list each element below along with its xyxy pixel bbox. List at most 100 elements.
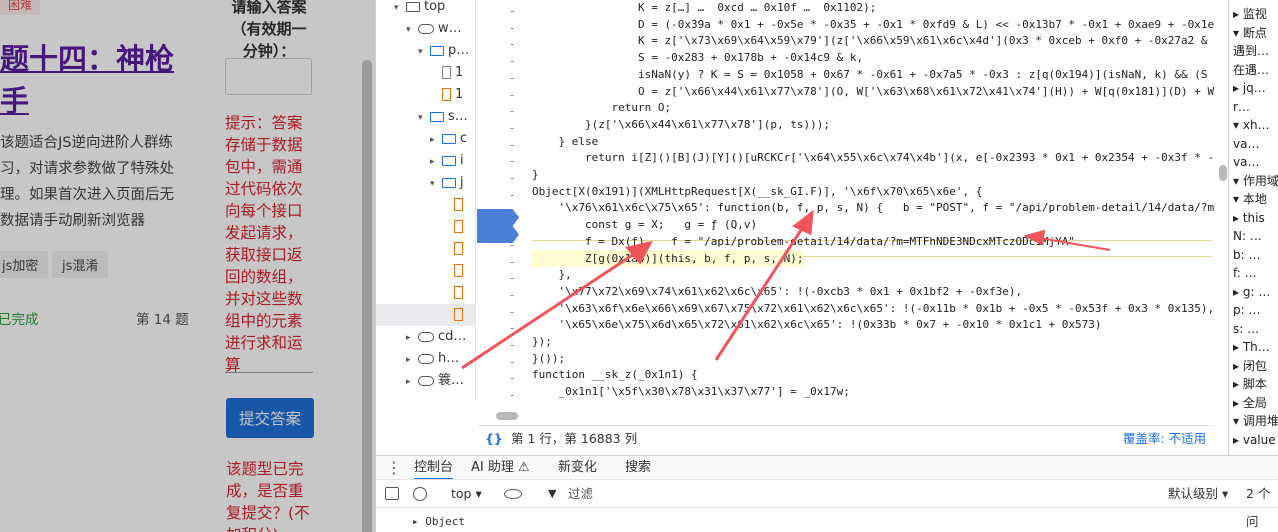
expand-arrow-icon[interactable]: ▾	[418, 107, 430, 129]
debugger-sidebar-item[interactable]: N: …	[1233, 226, 1262, 246]
code-line[interactable]: }	[532, 166, 539, 183]
file-tree-item[interactable]: 1	[376, 84, 475, 106]
file-tree-item[interactable]	[376, 238, 475, 260]
code-line[interactable]: '\x63\x6f\x6e\x66\x69\x67\x75\x72\x61\x6…	[532, 300, 1214, 317]
code-line[interactable]: });	[532, 333, 552, 350]
tab-ai-assistant[interactable]: AI 助理 ⚠	[471, 456, 530, 480]
eye-icon[interactable]	[504, 489, 522, 499]
debugger-sidebar-item[interactable]: ▾ 本地	[1233, 189, 1267, 209]
tag-js-obfuscate[interactable]: js混淆	[52, 251, 109, 278]
code-line[interactable]: function __sk_z(_0x1n1) {	[532, 366, 698, 383]
file-tree-item[interactable]	[376, 282, 475, 304]
tab-search[interactable]: 搜索	[625, 456, 651, 480]
file-tree-item[interactable]: ▸ 簑…	[376, 370, 475, 393]
code-line[interactable]: } else	[532, 133, 598, 150]
sidebar-toggle-icon[interactable]	[385, 487, 399, 500]
file-tree-item[interactable]: ▾ j	[376, 172, 475, 195]
page-scrollbar[interactable]	[362, 60, 372, 532]
tab-console[interactable]: 控制台	[414, 456, 454, 480]
debugger-sidebar-item[interactable]: ▾ 调用堆	[1233, 411, 1278, 431]
file-tree-item[interactable]: ▸ i	[376, 150, 475, 173]
code-line[interactable]: return i[Z]()[B](J)[Y]()[uRCKCr['\x64\x5…	[532, 149, 1214, 166]
code-editor[interactable]: K = z[…] … 0xcd … 0x10f … 0x1102); D = (…	[532, 0, 1214, 402]
more-menu-icon[interactable]: ⋮	[386, 456, 402, 480]
problem-title-line1[interactable]: 题十四：神枪	[0, 36, 174, 78]
code-line[interactable]: let _0x6PI = [1]['${700693574..toString(…	[532, 400, 883, 403]
code-line[interactable]: S = -0x283 + 0x178b + -0x14c9 & k,	[532, 49, 863, 66]
debugger-sidebar-item[interactable]: ▸ 脚本	[1233, 374, 1267, 394]
problem-title-line2[interactable]: 手	[0, 78, 29, 120]
file-tree-item[interactable]: ▸ cd…	[376, 326, 475, 349]
debugger-sidebar-item[interactable]: ▸ value	[1233, 430, 1276, 450]
code-line[interactable]: },	[532, 266, 571, 283]
code-line[interactable]: K = z['\x73\x69\x64\x59\x79'](z['\x66\x5…	[532, 32, 1214, 49]
file-tree-item[interactable]: 1	[376, 62, 475, 84]
tag-js-encrypt[interactable]: js加密	[0, 251, 49, 278]
debugger-sidebar-item[interactable]: ▸ 全局	[1233, 393, 1267, 413]
code-line[interactable]: return O;	[532, 99, 671, 116]
console-entry[interactable]: ▸ Object	[412, 508, 465, 532]
code-line[interactable]: _0x1n1['\x5f\x30\x78\x31\x37\x77'] = _0x…	[532, 383, 849, 400]
file-tree-item[interactable]	[376, 216, 475, 238]
code-line[interactable]: '\x77\x72\x69\x74\x61\x62\x6c\x65': !(-0…	[532, 283, 1022, 300]
context-select[interactable]: top ▾	[451, 480, 482, 508]
submit-answer-button[interactable]: 提交答案	[226, 398, 314, 438]
debugger-sidebar-item[interactable]: b: …	[1233, 245, 1260, 265]
debugger-sidebar-item[interactable]: r…	[1233, 97, 1250, 117]
filter-input[interactable]: 过滤	[568, 480, 593, 508]
code-line[interactable]: }());	[532, 350, 565, 367]
file-tree-item[interactable]: ▸ c	[376, 128, 475, 151]
expand-arrow-icon[interactable]: ▾	[406, 19, 418, 41]
debugger-sidebar-item[interactable]: f: …	[1233, 263, 1257, 283]
file-tree-item[interactable]: ▾ s…	[376, 106, 475, 129]
file-tree-item[interactable]: ▾ w…	[376, 18, 475, 41]
code-line[interactable]: Object[X(0x191)](XMLHttpRequest[X(__sk_G…	[532, 183, 982, 200]
coverage-status[interactable]: 覆盖率: 不适用	[1123, 426, 1206, 452]
code-line[interactable]: '\x76\x61\x6c\x75\x65': function(b, f, p…	[532, 199, 1214, 216]
file-tree-item[interactable]: ▾ p…	[376, 40, 475, 63]
horizontal-scrollbar[interactable]	[496, 412, 518, 420]
file-tree-item[interactable]	[376, 260, 475, 282]
expand-arrow-icon[interactable]: ▾	[418, 41, 430, 63]
expand-arrow-icon[interactable]: ▾	[430, 173, 442, 195]
collapse-arrow-icon[interactable]: ▸	[406, 349, 418, 371]
code-line[interactable]: Z[g(0x1a4)](this, b, f, p, s, N);	[532, 249, 804, 267]
tab-whats-new[interactable]: 新变化	[558, 456, 597, 480]
debugger-sidebar-item[interactable]: 在遇…	[1233, 60, 1269, 80]
file-tree-item[interactable]: ▾ top	[376, 0, 475, 19]
debugger-sidebar-item[interactable]: va…	[1233, 134, 1259, 154]
collapse-arrow-icon[interactable]: ▸	[406, 371, 418, 393]
debugger-sidebar-item[interactable]: ▾ 作用域	[1233, 171, 1278, 191]
debugger-sidebar-item[interactable]: ▸ g: …	[1233, 282, 1270, 302]
debugger-sidebar-item[interactable]: p: …	[1233, 300, 1260, 320]
collapse-arrow-icon[interactable]: ▸	[430, 129, 442, 151]
code-line[interactable]: '\x65\x6e\x75\x6d\x65\x72\x61\x62\x6c\x6…	[532, 316, 1101, 333]
file-tree-item[interactable]: ▸ h…	[376, 348, 475, 371]
expand-arrow-icon[interactable]: ▾	[394, 0, 406, 19]
file-tree-item[interactable]	[376, 304, 475, 326]
debugger-sidebar-item[interactable]: ▸ jq…	[1233, 78, 1266, 98]
log-levels-select[interactable]: 默认级别 ▾	[1168, 480, 1228, 508]
collapse-arrow-icon[interactable]: ▸	[430, 151, 442, 173]
debugger-sidebar-item[interactable]: va…	[1233, 152, 1259, 172]
debugger-sidebar-item[interactable]: ▸ this	[1233, 208, 1265, 228]
debugger-sidebar-item[interactable]: s: …	[1233, 319, 1259, 339]
code-line[interactable]: K = z[…] … 0xcd … 0x10f … 0x1102);	[532, 0, 876, 16]
code-line[interactable]: f = Dx(f), f = "/api/problem-detail/14/d…	[532, 233, 1075, 250]
collapse-arrow-icon[interactable]: ▸	[406, 327, 418, 349]
debugger-sidebar-item[interactable]: ▸ 监视	[1233, 4, 1267, 24]
format-braces-icon[interactable]: {}	[485, 426, 503, 452]
debugger-sidebar-item[interactable]: ▸ 闭包	[1233, 356, 1267, 376]
code-line[interactable]: const g = X; g = ƒ (Q,v)	[532, 216, 757, 233]
code-line[interactable]: isNaN(y) ? K = S = 0x1058 + 0x67 * -0x61…	[532, 66, 1214, 83]
clear-console-icon[interactable]	[413, 487, 427, 501]
debugger-sidebar-item[interactable]: ▾ 断点	[1233, 23, 1267, 43]
file-tree-item[interactable]	[376, 194, 475, 216]
code-line[interactable]: D = (-0x39a * 0x1 + -0x5e * -0x35 + -0x1…	[532, 16, 1214, 33]
code-line[interactable]: O = z['\x66\x44\x61\x77\x78'](O, W['\x63…	[532, 83, 1214, 100]
debugger-sidebar-item[interactable]: ▾ xh…	[1233, 115, 1270, 135]
line-gutter[interactable]: - ------------------------	[477, 0, 531, 402]
debugger-sidebar-item[interactable]: 遇到…	[1233, 41, 1269, 61]
vertical-scrollbar[interactable]	[1219, 165, 1227, 181]
answer-input[interactable]	[225, 58, 312, 95]
